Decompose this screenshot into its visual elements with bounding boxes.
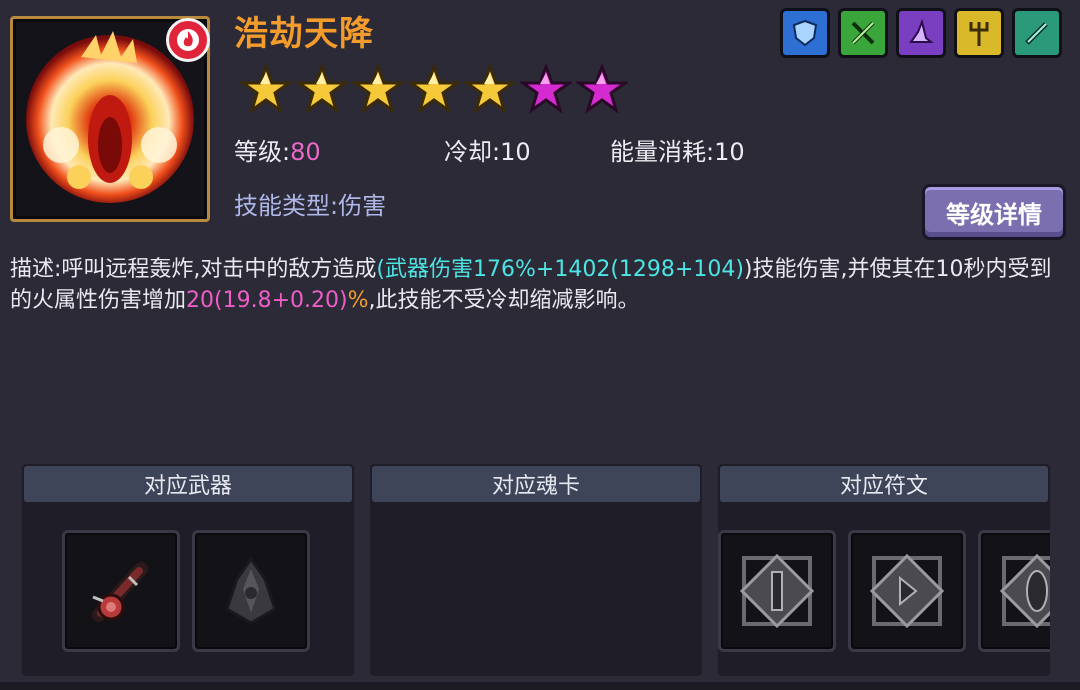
skill-type-value: 伤害 <box>338 192 387 220</box>
runes-panel-title: 对应符文 <box>720 466 1048 502</box>
desc-fire-bonus: 20(19.8+0.20) <box>186 288 348 313</box>
rune-icon <box>869 553 945 629</box>
bottom-bar <box>0 682 1080 690</box>
skill-type: 技能类型:伤害 <box>234 186 386 221</box>
gold-star-icon <box>352 64 404 114</box>
cooldown-label: 冷却: <box>444 138 501 166</box>
gold-star-icon <box>408 64 460 114</box>
rune-slot-2[interactable] <box>848 530 966 652</box>
cooldown-value: 10 <box>500 138 531 166</box>
skill-title: 浩劫天降 <box>234 14 374 54</box>
purple-star-icon <box>520 64 572 114</box>
class-icons <box>780 8 1062 58</box>
skill-description: 描述:呼叫远程轰炸,对击中的敌方造成(武器伤害176%+1402(1298+10… <box>10 254 1070 316</box>
desc-percent: % <box>347 288 369 313</box>
rune-slot-1[interactable] <box>718 530 836 652</box>
purple-star-icon <box>576 64 628 114</box>
launcher-weapon-icon <box>92 562 148 622</box>
crossed-swords-class-icon[interactable] <box>838 8 888 58</box>
level-details-button[interactable]: 等级详情 <box>922 184 1066 240</box>
fire-element-icon <box>177 29 199 51</box>
energy-value: 10 <box>714 138 745 166</box>
level-label: 等级: <box>234 138 291 166</box>
runes-panel: 对应符文 <box>718 464 1050 676</box>
energy-stat: 能量消耗:10 <box>610 132 745 167</box>
soul-cards-panel-title: 对应魂卡 <box>372 466 700 502</box>
shield-class-icon[interactable] <box>780 8 830 58</box>
level-value: 80 <box>290 138 321 166</box>
trident-class-icon[interactable] <box>954 8 1004 58</box>
gold-star-icon <box>240 64 292 114</box>
desc-part1: 描述:呼叫远程轰炸,对击中的敌方造成 <box>10 257 377 282</box>
sword-class-icon[interactable] <box>1012 8 1062 58</box>
star-rating <box>240 64 628 116</box>
fire-element-badge <box>166 18 210 62</box>
gold-star-icon <box>464 64 516 114</box>
gold-star-icon <box>296 64 348 114</box>
rune-icon <box>739 553 815 629</box>
energy-label: 能量消耗: <box>610 138 715 166</box>
rune-icon <box>999 553 1050 629</box>
skill-type-label: 技能类型: <box>234 192 339 220</box>
level-stat: 等级:80 <box>234 132 321 167</box>
desc-part6: ,此技能不受冷却缩减影响。 <box>368 288 640 313</box>
desc-damage-formula: (武器伤害176%+1402(1298+104) <box>376 257 744 282</box>
weapon-slot-2[interactable] <box>192 530 310 652</box>
rune-slot-3[interactable] <box>978 530 1050 652</box>
wizard-hat-class-icon[interactable] <box>896 8 946 58</box>
soul-cards-panel: 对应魂卡 <box>370 464 702 676</box>
locked-weapon-icon <box>225 556 277 625</box>
cooldown-stat: 冷却:10 <box>444 132 531 167</box>
weapons-panel: 对应武器 <box>22 464 354 676</box>
weapons-panel-title: 对应武器 <box>24 466 352 502</box>
weapon-slot-1[interactable] <box>62 530 180 652</box>
